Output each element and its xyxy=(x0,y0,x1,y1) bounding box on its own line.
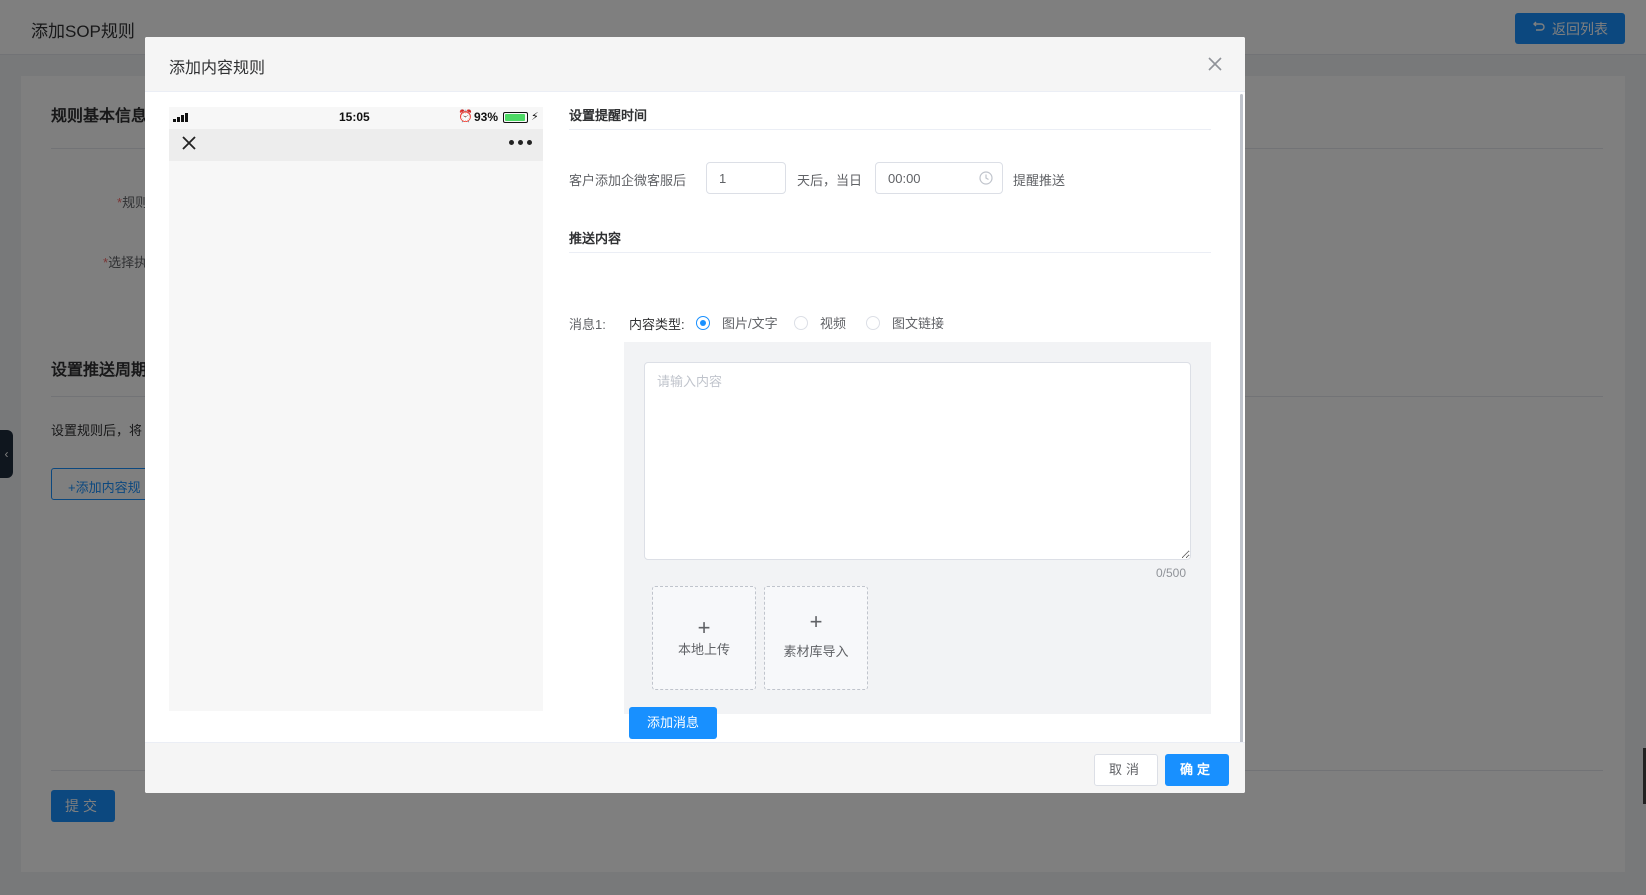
phone-status-bar: 15:05 ⏰ 93% ⚡ xyxy=(169,107,543,129)
add-content-rule-dialog: 添加内容规则 15:05 ⏰ 93% ⚡ 设置提醒时间 客户添加企微客服后 1 xyxy=(145,37,1245,793)
time-value: 00:00 xyxy=(888,171,921,186)
clock-icon xyxy=(979,171,993,185)
charging-icon: ⚡ xyxy=(531,111,539,123)
radio-image-text[interactable]: 图片/文字 xyxy=(696,313,778,332)
radio-article-link[interactable]: 图文链接 xyxy=(866,313,944,332)
confirm-button[interactable]: 确定 xyxy=(1165,754,1229,786)
divider xyxy=(569,252,1211,253)
radio-label: 视频 xyxy=(820,316,847,331)
reminder-suffix: 提醒推送 xyxy=(1013,173,1066,188)
battery-icon xyxy=(503,112,528,123)
library-import-button[interactable]: + 素材库导入 xyxy=(764,586,868,690)
add-message-button[interactable]: 添加消息 xyxy=(629,707,717,739)
library-import-label: 素材库导入 xyxy=(783,644,849,659)
content-type-label: 内容类型: xyxy=(629,317,685,332)
phone-preview: 15:05 ⏰ 93% ⚡ xyxy=(169,107,543,711)
signal-icon xyxy=(173,113,188,122)
section-push-content: 推送内容 xyxy=(569,231,622,246)
reminder-prefix: 客户添加企微客服后 xyxy=(569,173,687,188)
time-picker[interactable]: 00:00 xyxy=(875,162,1003,194)
more-icon xyxy=(509,140,532,145)
radio-dot xyxy=(794,315,808,330)
section-reminder-time: 设置提醒时间 xyxy=(569,108,648,123)
local-upload-label: 本地上传 xyxy=(677,642,730,657)
cancel-button[interactable]: 取消 xyxy=(1094,754,1158,786)
days-input[interactable]: 1 xyxy=(706,162,786,194)
dialog-title: 添加内容规则 xyxy=(169,60,266,77)
char-counter: 0/500 xyxy=(1156,566,1187,580)
radio-dot xyxy=(696,315,710,330)
message-panel: 0/500 + 本地上传 + 素材库导入 xyxy=(624,342,1211,714)
radio-label: 图片/文字 xyxy=(722,316,778,331)
divider xyxy=(569,129,1211,130)
rule-form: 设置提醒时间 客户添加企微客服后 1 天后，当日 00:00 提醒推送 推送内容… xyxy=(569,37,1241,739)
battery-percent: 93% xyxy=(474,110,499,124)
plus-icon: + xyxy=(697,615,711,640)
phone-time: 15:05 xyxy=(339,110,370,124)
plus-icon: + xyxy=(809,609,823,634)
radio-label: 图文链接 xyxy=(892,316,945,331)
dialog-footer: 取消 确定 xyxy=(145,742,1245,793)
content-textarea[interactable] xyxy=(644,362,1191,560)
close-icon xyxy=(181,135,197,151)
radio-dot xyxy=(866,315,880,330)
phone-nav-bar xyxy=(169,129,543,161)
local-upload-button[interactable]: + 本地上传 xyxy=(652,586,756,690)
alarm-icon: ⏰ xyxy=(458,109,473,123)
reminder-middle: 天后，当日 xyxy=(797,173,863,188)
radio-video[interactable]: 视频 xyxy=(794,313,846,332)
message-label: 消息1: xyxy=(569,317,606,332)
dialog-scrollbar[interactable] xyxy=(1240,94,1243,744)
